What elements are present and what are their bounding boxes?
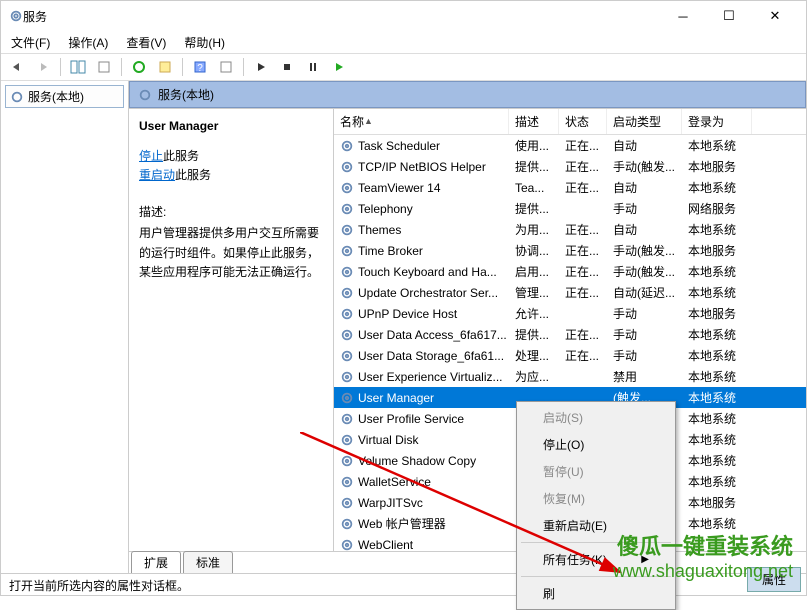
tree-root-label: 服务(本地) — [28, 88, 84, 105]
refresh-icon — [132, 60, 146, 74]
service-icon — [340, 328, 354, 342]
col-startup[interactable]: 启动类型 — [607, 109, 682, 134]
service-icon — [340, 349, 354, 363]
service-row[interactable]: User Experience Virtualiz...为应...禁用本地系统 — [334, 366, 806, 387]
menu-file[interactable]: 文件(F) — [5, 32, 56, 53]
service-icon — [340, 307, 354, 321]
close-button[interactable]: ✕ — [752, 1, 798, 31]
service-icon — [340, 286, 354, 300]
restart-link[interactable]: 重启动 — [139, 168, 175, 182]
description-label: 描述: — [139, 203, 323, 220]
stop-link[interactable]: 停止 — [139, 149, 163, 163]
list-header: 名称▲ 描述 状态 启动类型 登录为 — [334, 109, 806, 135]
tree-root-item[interactable]: 服务(本地) — [5, 85, 124, 108]
tree-pane: 服务(本地) — [1, 81, 129, 573]
titlebar: 服务 ─ ☐ ✕ — [1, 1, 806, 31]
sort-asc-icon: ▲ — [364, 116, 373, 126]
service-row[interactable]: Telephony提供...手动网络服务 — [334, 198, 806, 219]
watermark: 傻瓜一键重装系统 www.shaguaxitong.net — [613, 529, 793, 582]
col-name[interactable]: 名称▲ — [334, 109, 509, 134]
restart-service-button[interactable] — [327, 56, 351, 78]
service-icon — [340, 181, 354, 195]
service-icon — [340, 391, 354, 405]
main-header-label: 服务(本地) — [158, 86, 214, 103]
action-button[interactable] — [214, 56, 238, 78]
show-hide-tree-button[interactable] — [66, 56, 90, 78]
help-button[interactable]: ? — [188, 56, 212, 78]
service-row[interactable]: Touch Keyboard and Ha...启用...正在...手动(触发.… — [334, 261, 806, 282]
service-icon — [340, 202, 354, 216]
forward-icon — [35, 61, 51, 73]
service-icon — [340, 412, 354, 426]
stop-icon — [281, 61, 293, 73]
col-desc[interactable]: 描述 — [509, 109, 559, 134]
menu-action[interactable]: 操作(A) — [62, 32, 114, 53]
tab-standard[interactable]: 标准 — [183, 551, 233, 573]
service-icon — [340, 265, 354, 279]
properties-icon — [158, 60, 172, 74]
annotation-arrow — [300, 432, 640, 592]
col-status[interactable]: 状态 — [559, 109, 607, 134]
toolbar: ? — [1, 53, 806, 81]
service-row[interactable]: TCP/IP NetBIOS Helper提供...正在...手动(触发...本… — [334, 156, 806, 177]
service-icon — [340, 223, 354, 237]
pause-icon — [307, 61, 319, 73]
service-row[interactable]: User Data Access_6fa617...提供...正在...手动本地… — [334, 324, 806, 345]
back-button[interactable] — [5, 56, 29, 78]
service-row[interactable]: Themes为用...正在...自动本地系统 — [334, 219, 806, 240]
services-icon — [138, 88, 152, 102]
stop-service-button[interactable] — [275, 56, 299, 78]
properties-toolbar-button[interactable] — [153, 56, 177, 78]
menubar: 文件(F) 操作(A) 查看(V) 帮助(H) — [1, 31, 806, 53]
export-button[interactable] — [92, 56, 116, 78]
play-icon — [255, 61, 267, 73]
description-text: 用户管理器提供多用户交互所需要的运行时组件。如果停止此服务，某些应用程序可能无法… — [139, 224, 323, 282]
panel-icon — [70, 60, 86, 74]
service-icon — [340, 370, 354, 384]
service-icon — [340, 160, 354, 174]
pause-service-button[interactable] — [301, 56, 325, 78]
service-row[interactable]: TeamViewer 14Tea...正在...自动本地系统 — [334, 177, 806, 198]
ctx-start: 启动(S) — [519, 404, 673, 431]
main-header: 服务(本地) — [129, 81, 806, 108]
action-icon — [219, 60, 233, 74]
service-row[interactable]: Time Broker协调...正在...手动(触发...本地服务 — [334, 240, 806, 261]
tab-extended[interactable]: 扩展 — [131, 551, 181, 573]
help-icon: ? — [193, 60, 207, 74]
service-row[interactable]: Task Scheduler使用...正在...自动本地系统 — [334, 135, 806, 156]
svg-text:?: ? — [197, 63, 203, 74]
menu-view[interactable]: 查看(V) — [120, 32, 172, 53]
service-icon — [340, 139, 354, 153]
service-row[interactable]: Update Orchestrator Ser...管理...正在...自动(延… — [334, 282, 806, 303]
service-icon — [340, 244, 354, 258]
menu-help[interactable]: 帮助(H) — [178, 32, 231, 53]
maximize-button[interactable]: ☐ — [706, 1, 752, 31]
refresh-button[interactable] — [127, 56, 151, 78]
forward-button[interactable] — [31, 56, 55, 78]
services-icon — [9, 9, 23, 23]
minimize-button[interactable]: ─ — [660, 1, 706, 31]
export-icon — [97, 60, 111, 74]
start-service-button[interactable] — [249, 56, 273, 78]
services-icon — [10, 90, 24, 104]
col-logon[interactable]: 登录为 — [682, 109, 752, 134]
service-row[interactable]: UPnP Device Host允许...手动本地服务 — [334, 303, 806, 324]
restart-icon — [333, 61, 345, 73]
window-title: 服务 — [23, 8, 47, 25]
selected-service-name: User Manager — [139, 119, 323, 133]
back-icon — [9, 61, 25, 73]
service-row[interactable]: User Data Storage_6fa61...处理...正在...手动本地… — [334, 345, 806, 366]
